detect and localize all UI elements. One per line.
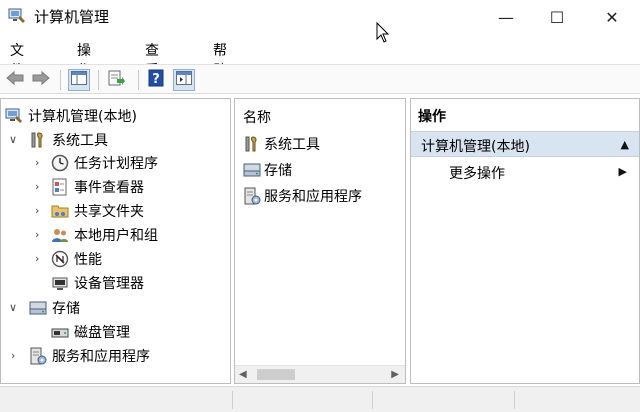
chevron-right-icon[interactable]: › xyxy=(35,156,39,169)
list-item[interactable]: 系统工具 xyxy=(243,133,320,155)
event-viewer-icon xyxy=(51,178,69,196)
back-button[interactable] xyxy=(4,69,26,91)
result-pane: 名称 系统工具 存储 服务和应用程序 ◀ ▶ xyxy=(234,98,406,384)
tree-item-label: 本地用户和组 xyxy=(74,228,158,244)
status-separator xyxy=(372,391,373,409)
chevron-right-icon[interactable]: › xyxy=(35,180,39,193)
console-tree-pane: 计算机管理(本地) ∨ 系统工具 › 任务计划程序 › 事件查看器 › 共享文件… xyxy=(0,98,231,384)
tree-item-local-users[interactable]: 本地用户和组 xyxy=(51,224,158,246)
toolbar: ? xyxy=(0,64,640,94)
title-bar: 计算机管理 — ☐ ✕ xyxy=(0,0,640,43)
status-separator xyxy=(514,391,515,409)
more-actions-item[interactable]: 更多操作 xyxy=(449,163,505,183)
export-list-button[interactable] xyxy=(106,69,128,91)
storage-icon xyxy=(29,299,47,317)
actions-section-title[interactable]: 计算机管理(本地) ▲ xyxy=(411,131,639,157)
performance-icon xyxy=(51,250,69,268)
list-item-label: 存储 xyxy=(264,163,292,179)
show-hide-console-tree-button[interactable] xyxy=(68,69,90,91)
chevron-down-icon[interactable]: ∨ xyxy=(9,301,17,314)
services-icon xyxy=(243,187,261,205)
tree-item-performance[interactable]: 性能 xyxy=(51,248,102,270)
scroll-right-icon[interactable]: ▶ xyxy=(391,369,399,380)
mouse-cursor-icon xyxy=(376,21,390,44)
toolbar-separator xyxy=(60,70,61,90)
chevron-right-icon[interactable]: › xyxy=(35,204,39,217)
back-arrow-icon xyxy=(5,70,25,90)
list-item-label: 系统工具 xyxy=(264,137,320,153)
window-title: 计算机管理 xyxy=(34,8,110,26)
actions-header: 操作 xyxy=(411,99,639,129)
forward-arrow-icon xyxy=(31,70,51,90)
close-icon: ✕ xyxy=(605,7,619,27)
tree-item-label: 存储 xyxy=(52,301,80,317)
minimize-button[interactable]: — xyxy=(480,0,532,34)
services-icon xyxy=(29,347,47,365)
tree-item-label: 共享文件夹 xyxy=(74,204,144,220)
tree-item-services-apps[interactable]: 服务和应用程序 xyxy=(29,345,150,367)
show-hide-console-tree-icon xyxy=(71,71,87,89)
list-item[interactable]: 服务和应用程序 xyxy=(243,185,362,207)
horizontal-scrollbar[interactable]: ◀ ▶ xyxy=(235,365,405,383)
tree-item-label: 任务计划程序 xyxy=(74,156,158,172)
tree-item-label: 性能 xyxy=(74,252,102,268)
collapse-triangle-icon[interactable]: ▲ xyxy=(621,138,629,151)
actions-section-label: 计算机管理(本地) xyxy=(421,139,530,155)
tree-item-disk-management[interactable]: 磁盘管理 xyxy=(51,321,130,343)
computer-management-icon xyxy=(8,8,26,24)
device-manager-icon xyxy=(51,274,69,292)
disk-management-icon xyxy=(51,323,69,341)
chevron-right-icon[interactable]: › xyxy=(35,228,39,241)
maximize-icon: ☐ xyxy=(549,7,565,27)
chevron-down-icon[interactable]: ∨ xyxy=(9,133,17,146)
maximize-button[interactable]: ☐ xyxy=(531,0,583,34)
tree-item-label: 计算机管理(本地) xyxy=(28,109,137,125)
tree-item-storage[interactable]: 存储 xyxy=(29,297,80,319)
toolbar-separator xyxy=(138,70,139,90)
scroll-left-icon[interactable]: ◀ xyxy=(239,369,247,380)
computer-management-icon xyxy=(5,107,23,125)
forward-button[interactable] xyxy=(30,69,52,91)
tree-item-task-scheduler[interactable]: 任务计划程序 xyxy=(51,152,158,174)
users-icon xyxy=(51,226,69,244)
tree-item-root[interactable]: 计算机管理(本地) xyxy=(5,105,137,127)
status-separator xyxy=(232,391,233,409)
shared-folder-icon xyxy=(51,202,69,220)
tree-item-event-viewer[interactable]: 事件查看器 xyxy=(51,176,144,198)
tree-item-shared-folders[interactable]: 共享文件夹 xyxy=(51,200,144,222)
tree-item-label: 磁盘管理 xyxy=(74,325,130,341)
tree-item-label: 事件查看器 xyxy=(74,180,144,196)
actions-pane: 操作 计算机管理(本地) ▲ 更多操作 ▶ xyxy=(410,98,640,384)
clock-icon xyxy=(51,154,69,172)
status-bar xyxy=(0,386,640,412)
minimize-icon: — xyxy=(498,7,514,27)
tree-item-label: 系统工具 xyxy=(52,133,108,149)
close-button[interactable]: ✕ xyxy=(586,0,638,34)
chevron-right-icon[interactable]: › xyxy=(35,252,39,265)
help-icon: ? xyxy=(148,69,164,91)
tools-icon xyxy=(29,131,47,149)
show-hide-action-pane-button[interactable] xyxy=(173,69,195,91)
column-header-name[interactable]: 名称 xyxy=(243,107,271,127)
storage-icon xyxy=(243,161,261,179)
tree-item-system-tools[interactable]: 系统工具 xyxy=(29,129,108,151)
help-button[interactable]: ? xyxy=(145,69,167,91)
chevron-right-icon[interactable]: › xyxy=(11,349,15,362)
tree-item-label: 设备管理器 xyxy=(74,276,144,292)
tree-item-label: 服务和应用程序 xyxy=(52,349,150,365)
svg-text:?: ? xyxy=(152,72,160,87)
show-hide-action-pane-icon xyxy=(176,71,192,89)
submenu-arrow-icon[interactable]: ▶ xyxy=(619,165,627,178)
export-list-icon xyxy=(108,70,126,90)
list-item-label: 服务和应用程序 xyxy=(264,189,362,205)
tools-icon xyxy=(243,135,261,153)
toolbar-separator xyxy=(98,70,99,90)
tree-item-device-manager[interactable]: 设备管理器 xyxy=(51,272,144,294)
scrollbar-thumb[interactable] xyxy=(257,369,295,380)
list-item[interactable]: 存储 xyxy=(243,159,292,181)
